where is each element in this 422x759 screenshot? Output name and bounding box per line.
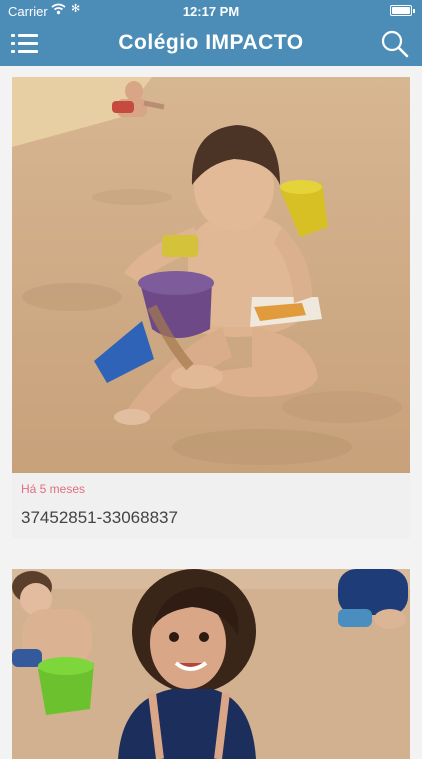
post-date: Há 5 meses: [21, 482, 86, 496]
child-playing-in-sand-photo[interactable]: [12, 77, 410, 473]
feed-card[interactable]: [12, 569, 410, 759]
search-icon[interactable]: [381, 30, 409, 58]
app-title: Colégio IMPACTO: [118, 31, 304, 54]
feed-card[interactable]: Há 5 meses 37452851-33068837: [12, 77, 410, 538]
status-bar: Carrier ✻ 12:17 PM: [0, 0, 422, 22]
battery-icon: [390, 5, 415, 16]
post-title[interactable]: 37452851-33068837: [21, 508, 178, 528]
status-time: 12:17 PM: [182, 4, 240, 19]
smiling-girl-at-beach-photo[interactable]: [12, 569, 410, 759]
app-header: Carrier ✻ 12:17 PM Colégio IMPACTO: [0, 0, 422, 66]
